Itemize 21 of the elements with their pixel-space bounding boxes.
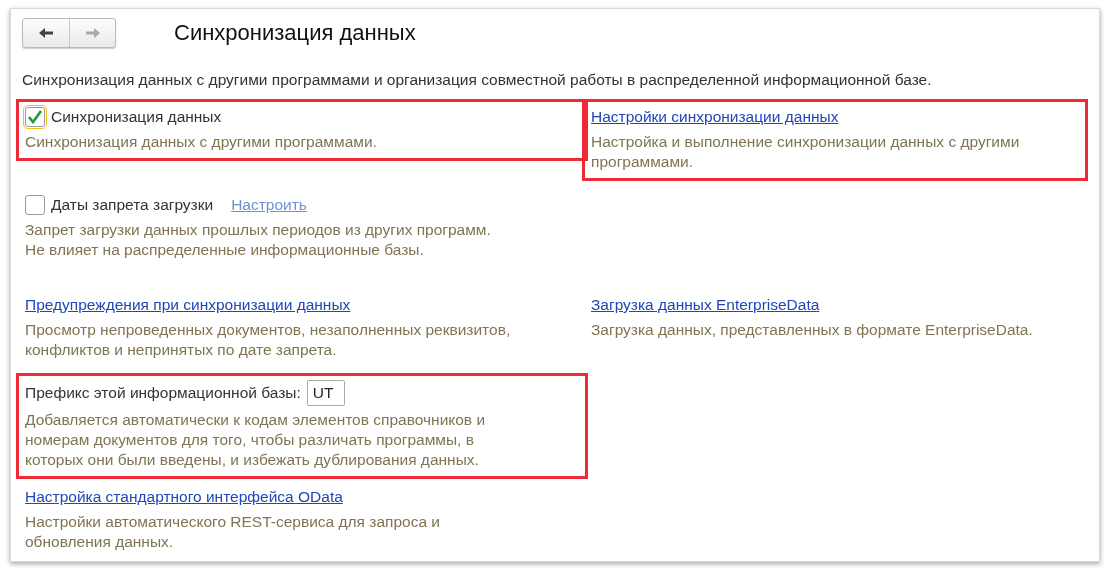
- description: Синхронизация данных с другими программами.: [25, 132, 378, 152]
- checkbox-label[interactable]: Даты запрета загрузки: [51, 196, 214, 214]
- window-title: Синхронизация данных: [174, 20, 416, 46]
- field-label: Префикс этой информационной базы:: [25, 384, 301, 402]
- prefix-field[interactable]: UT: [306, 380, 345, 406]
- checkbox[interactable]: [25, 195, 45, 215]
- link[interactable]: Настройка стандартного интерфейса OData: [25, 488, 343, 506]
- forward-arrow-icon: [83, 26, 102, 40]
- description: Добавляется автоматически к кодам элементов справочников и номерам документов для того, чтобы различать программы, в которых они были введены, и избежать дублирования данных.: [25, 410, 487, 470]
- checkbox-label[interactable]: Синхронизация данных: [51, 108, 222, 126]
- description: Настройка и выполнение синхронизации данных с другими программами.: [591, 132, 1021, 172]
- link[interactable]: Предупреждения при синхронизации данных: [25, 296, 351, 314]
- link[interactable]: Загрузка данных EnterpriseData: [591, 296, 820, 314]
- back-arrow-icon: [37, 26, 55, 40]
- description: Просмотр непроведенных документов, незаполненных реквизитов, конфликтов и непринятых по дате запрета.: [25, 320, 512, 360]
- checkbox[interactable]: [25, 107, 45, 127]
- link[interactable]: Настройки синхронизации данных: [591, 108, 839, 126]
- description: Загрузка данных, представленных в формате EnterpriseData.: [591, 320, 1034, 340]
- description: Запрет загрузки данных прошлых периодов из других программ. Не влияет на распределенные информационные базы.: [25, 220, 492, 260]
- intro-text: Синхронизация данных с другими программами и организация совместной работы в распределенной информационной базе.: [22, 71, 933, 89]
- description: Настройки автоматического REST-сервиса для запроса и обновления данных.: [25, 512, 441, 552]
